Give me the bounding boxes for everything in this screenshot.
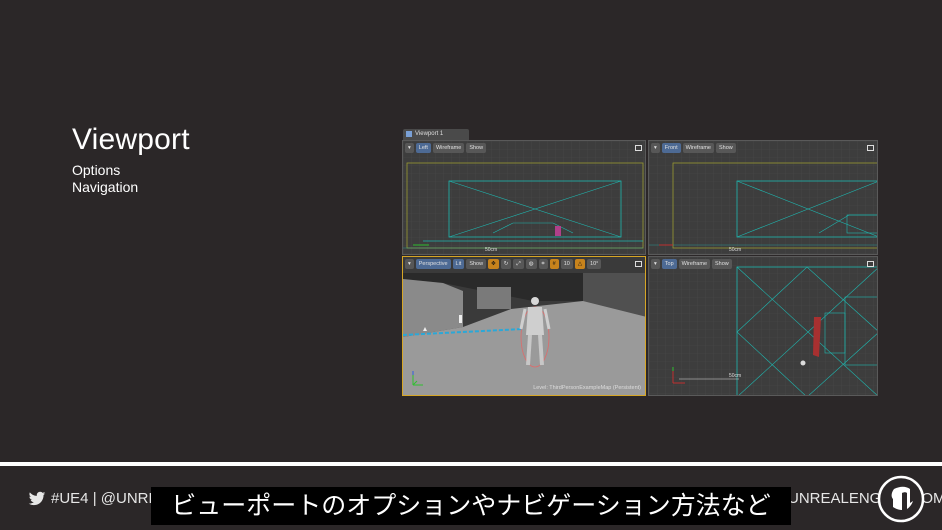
surface-snap-icon[interactable]: ⌗ [538, 259, 548, 269]
view-mode-button[interactable]: Wireframe [682, 143, 714, 153]
maximize-icon[interactable] [635, 145, 642, 151]
show-button[interactable]: Show [466, 259, 487, 269]
viewport-menu-button[interactable]: ▾ [405, 259, 414, 269]
bullet-item: Navigation [72, 179, 139, 195]
view-type-button[interactable]: Left [415, 143, 431, 153]
left-toolbar: ▾ Left Wireframe Show [405, 143, 487, 153]
twitter-icon [28, 491, 46, 506]
viewport-tab-bar: Viewport 1 [402, 128, 878, 140]
rotation-snap-value[interactable]: 10° [587, 259, 602, 269]
perspective-scene [403, 257, 645, 395]
show-button[interactable]: Show [715, 143, 736, 153]
top-toolbar: ▾ Top Wireframe Show [651, 259, 732, 269]
top-wireframe-scene: 50cm [649, 257, 877, 395]
translate-tool-icon[interactable]: ✥ [488, 259, 499, 269]
bullet-item: Options [72, 162, 121, 178]
rotate-tool-icon[interactable]: ↻ [500, 259, 512, 269]
subtitle-caption: ビューポートのオプションやナビゲーション方法など [151, 487, 791, 525]
viewport-perspective[interactable]: ▾ Perspective Lit Show ✥ ↻ ⤢ ◍ ⌗ # 10 △ … [402, 256, 646, 396]
perspective-toolbar: ▾ Perspective Lit Show ✥ ↻ ⤢ ◍ ⌗ # 10 △ … [405, 259, 602, 269]
level-label: Level: ThirdPersonExampleMap (Persistent… [533, 385, 641, 391]
world-local-icon[interactable]: ◍ [525, 259, 537, 269]
viewport-menu-button[interactable]: ▾ [651, 259, 660, 269]
viewport-left[interactable]: 50cm ▾ Left Wireframe Show [402, 140, 646, 255]
view-mode-button[interactable]: Lit [452, 259, 465, 269]
svg-text:50cm: 50cm [729, 373, 741, 379]
view-type-button[interactable]: Front [661, 143, 681, 153]
grid-snap-icon[interactable]: # [549, 259, 559, 269]
left-wireframe-scene: 50cm [403, 141, 645, 254]
view-mode-button[interactable]: Wireframe [432, 143, 465, 153]
maximize-icon[interactable] [867, 145, 874, 151]
rotation-snap-icon[interactable]: △ [574, 259, 586, 269]
view-type-button[interactable]: Perspective [415, 259, 451, 269]
viewport-tab-icon [406, 131, 412, 137]
grid-snap-value[interactable]: 10 [560, 259, 573, 269]
slide-title: Viewport [72, 123, 190, 156]
bullet-list: Options Navigation [72, 162, 138, 196]
front-toolbar: ▾ Front Wireframe Show [651, 143, 736, 153]
editor-viewports: Viewport 1 50cm ▾ Left Wireframe Show 50… [402, 128, 878, 396]
front-wireframe-scene: 50cm [649, 141, 877, 254]
viewport-tab-label: Viewport 1 [415, 131, 444, 137]
viewport-tab[interactable]: Viewport 1 [403, 129, 469, 140]
show-button[interactable]: Show [466, 143, 487, 153]
viewport-menu-button[interactable]: ▾ [651, 143, 660, 153]
view-mode-button[interactable]: Wireframe [678, 259, 711, 269]
show-button[interactable]: Show [712, 259, 732, 269]
viewport-top[interactable]: 50cm ▾ Top Wireframe Show [648, 256, 878, 396]
maximize-icon[interactable] [867, 261, 874, 267]
svg-text:50cm: 50cm [485, 247, 497, 253]
scale-tool-icon[interactable]: ⤢ [513, 259, 524, 269]
view-type-button[interactable]: Top [661, 259, 677, 269]
maximize-icon[interactable] [635, 261, 642, 267]
viewport-front[interactable]: 50cm ▾ Front Wireframe Show [648, 140, 878, 255]
svg-text:50cm: 50cm [729, 247, 741, 253]
unreal-logo-icon [877, 475, 925, 523]
viewport-menu-button[interactable]: ▾ [405, 143, 414, 153]
